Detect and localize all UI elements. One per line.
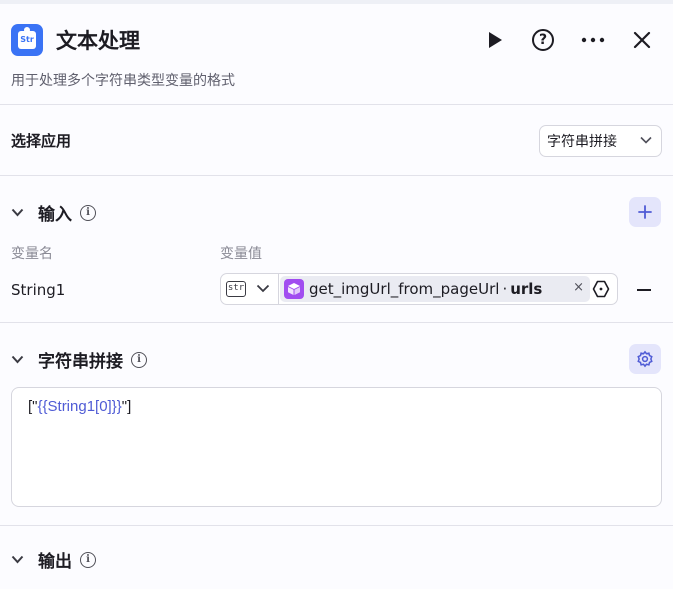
template-variable-reference: {{String1[0]}} [37, 398, 122, 415]
column-header-name: 变量名 [11, 246, 53, 262]
divider [0, 322, 673, 323]
top-border [0, 0, 673, 4]
app-select-value: 字符串拼接 [547, 134, 617, 150]
concat-settings-button[interactable] [629, 344, 661, 374]
plus-icon [638, 205, 652, 219]
close-button[interactable] [628, 26, 656, 54]
panel-description: 用于处理多个字符串类型变量的格式 [11, 73, 235, 89]
gear-icon [637, 350, 653, 368]
puzzle-icon: Str [18, 27, 36, 49]
reference-node-name: get_imgUrl_from_pageUrl [309, 280, 500, 298]
remove-reference-button[interactable]: × [573, 280, 584, 295]
type-badge: str [226, 281, 246, 297]
concat-section-title: 字符串拼接 [38, 352, 123, 372]
column-header-value: 变量值 [220, 246, 262, 262]
reference-separator: · [502, 280, 508, 298]
concat-template-editor[interactable]: ["{{String1[0]}}"] [11, 387, 662, 507]
chevron-down-icon [640, 136, 652, 144]
panel-header: Str 文本处理 ? [11, 22, 663, 58]
select-app-label: 选择应用 [11, 132, 72, 150]
icon-text: Str [20, 35, 34, 44]
chevron-down-icon [11, 555, 24, 564]
remove-variable-button[interactable] [637, 289, 651, 291]
chevron-down-icon [11, 355, 24, 364]
play-icon [489, 32, 502, 48]
field-separator [278, 274, 279, 304]
more-button[interactable] [579, 26, 607, 54]
concat-section-header[interactable]: 字符串拼接 i [11, 347, 147, 372]
app-select[interactable]: 字符串拼接 [539, 125, 662, 157]
output-section-header[interactable]: 输出 i [11, 547, 96, 572]
template-suffix: "] [121, 398, 132, 415]
chevron-down-icon [11, 208, 24, 217]
info-icon[interactable]: i [80, 551, 96, 568]
variable-value-field[interactable]: str get_imgUrl_from_pageUrl · urls × [220, 273, 618, 305]
divider [0, 175, 673, 176]
ellipsis-icon [581, 37, 605, 43]
close-icon [633, 31, 651, 49]
reference-variable-name: urls [510, 280, 543, 298]
add-variable-button[interactable] [629, 197, 661, 227]
question-circle-icon: ? [532, 29, 554, 51]
cube-icon [284, 279, 304, 299]
run-button[interactable] [481, 26, 509, 54]
chevron-down-icon[interactable] [256, 284, 270, 293]
variable-name: String1 [11, 281, 66, 299]
output-section-title: 输出 [38, 552, 72, 572]
info-icon[interactable]: i [131, 351, 147, 368]
divider [0, 104, 673, 105]
input-section-header[interactable]: 输入 i [11, 200, 96, 225]
info-icon[interactable]: i [80, 204, 96, 221]
input-section-title: 输入 [38, 205, 72, 225]
variable-picker-icon[interactable] [592, 280, 610, 298]
text-process-app-icon: Str [11, 24, 43, 56]
divider [0, 525, 673, 526]
template-prefix: [" [28, 398, 38, 415]
panel-title: 文本处理 [56, 29, 140, 53]
help-button[interactable]: ? [529, 26, 557, 54]
variable-reference-tag[interactable]: get_imgUrl_from_pageUrl · urls × [280, 276, 590, 302]
